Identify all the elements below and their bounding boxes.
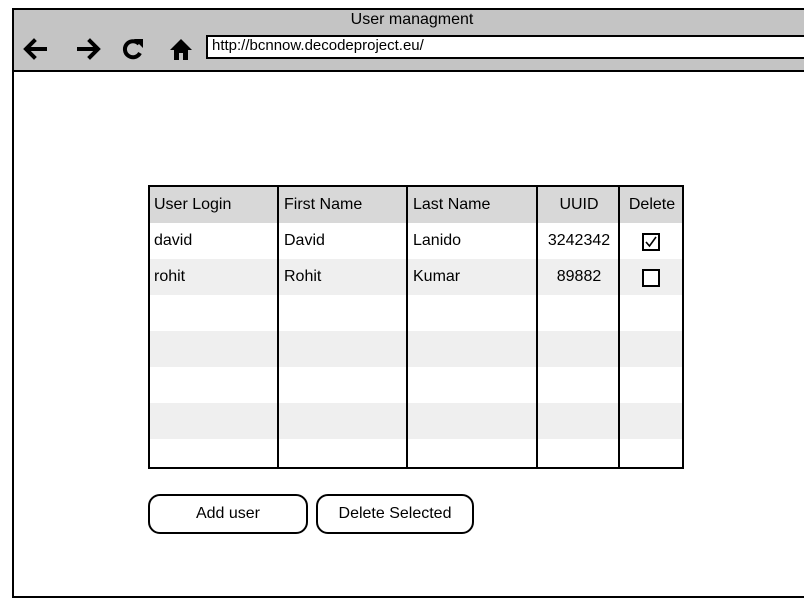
cell-user-login: rohit [154, 268, 186, 285]
users-table: User Login First Name Last Name UUID Del… [148, 185, 684, 469]
checkmark-icon [645, 236, 657, 248]
cell-last-name: Kumar [413, 268, 461, 285]
cell-last-name: Lanido [413, 232, 462, 249]
column-divider [618, 187, 620, 467]
add-user-button[interactable]: Add user [148, 494, 308, 534]
cell-first-name: David [284, 232, 325, 249]
cell-user-login: david [154, 232, 193, 249]
header-delete: Delete [628, 196, 676, 213]
window-title: User managment [350, 11, 474, 28]
table-row-empty [150, 367, 682, 403]
address-bar[interactable]: http://bcnnow.decodeproject.eu/ [206, 35, 804, 59]
column-divider [406, 187, 408, 467]
home-icon [170, 39, 192, 60]
arrow-left-icon [23, 38, 47, 60]
delete-selected-button[interactable]: Delete Selected [316, 494, 474, 534]
forward-button[interactable] [76, 37, 102, 61]
delete-checkbox[interactable] [642, 233, 660, 251]
arrow-right-icon [77, 38, 101, 60]
table-row-empty [150, 295, 682, 331]
cell-uuid: 89882 [556, 268, 602, 285]
header-uuid: UUID [559, 196, 599, 213]
delete-checkbox[interactable] [642, 269, 660, 287]
back-button[interactable] [22, 37, 48, 61]
table-row-empty [150, 331, 682, 367]
header-last-name: Last Name [413, 196, 491, 213]
table-row-empty [150, 403, 682, 439]
browser-window: User managment http://bcnnow.decodeproje… [12, 8, 804, 598]
header-user-login: User Login [154, 196, 232, 213]
reload-button[interactable] [120, 37, 146, 61]
header-first-name: First Name [284, 196, 363, 213]
home-button[interactable] [168, 37, 194, 61]
cell-first-name: Rohit [284, 268, 322, 285]
cell-uuid: 3242342 [547, 232, 611, 249]
column-divider [277, 187, 279, 467]
browser-toolbar: User managment http://bcnnow.decodeproje… [14, 10, 804, 72]
column-divider [536, 187, 538, 467]
reload-icon [122, 39, 143, 60]
